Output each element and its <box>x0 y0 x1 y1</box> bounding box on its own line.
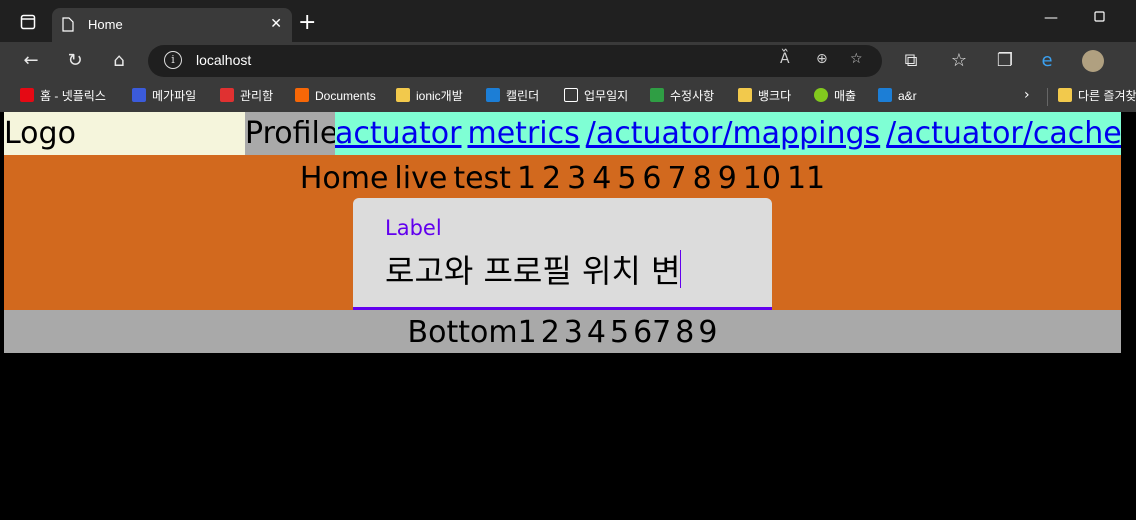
bottom-item[interactable]: 67 <box>633 315 671 350</box>
home-icon[interactable]: ⌂ <box>108 50 130 72</box>
tab-home[interactable]: Home ✕ <box>52 8 292 42</box>
nav-item-1[interactable]: 1 <box>517 161 536 196</box>
profile: Profile <box>245 112 338 155</box>
bookmark-item[interactable]: 홈 - 넷플릭스 <box>20 86 106 106</box>
bottom-item[interactable]: 9 <box>698 315 717 350</box>
browser-toolbar: ← ↻ ⌂ i localhost A᷈ ⊕ ☆ ⧉ ☆ ❐ e <box>0 42 1136 80</box>
nav-item-live[interactable]: live <box>394 161 447 196</box>
nav-menu: Home live test 1 2 3 4 5 6 7 8 9 10 11 <box>4 161 1121 196</box>
middle-section: Home live test 1 2 3 4 5 6 7 8 9 10 11 Label 로고와 프로필 … <box>4 155 1121 310</box>
favorite-star-icon[interactable]: ☆ <box>850 51 863 67</box>
new-tab-icon[interactable]: + <box>298 12 316 34</box>
collections-icon[interactable]: ❐ <box>994 50 1016 72</box>
bookmark-item[interactable]: 업무일지 <box>564 86 628 106</box>
bottom-item[interactable]: Bottom1 <box>408 315 537 350</box>
nav-item-11[interactable]: 11 <box>787 161 825 196</box>
address-bar[interactable]: i localhost A᷈ ⊕ ☆ <box>148 45 882 77</box>
nav-item-5[interactable]: 5 <box>617 161 636 196</box>
bookmark-item[interactable]: ionic개발 <box>396 86 463 106</box>
bottom-bar: Bottom1 2 3 4 5 67 8 9 <box>4 310 1121 353</box>
page-viewport: Logo Profile actuator metrics/actuator/ma… <box>0 112 1136 520</box>
bookmark-item[interactable]: 메가파일 <box>132 86 196 106</box>
browser-tab-bar: Home ✕ + — <box>0 0 1136 48</box>
text-caret <box>680 250 682 288</box>
sheets-icon <box>650 88 664 102</box>
netflix-icon <box>20 88 34 102</box>
input-label: Label <box>385 216 442 240</box>
bookmark-item[interactable]: Documents <box>295 86 376 106</box>
tab-actions-icon[interactable] <box>20 14 40 34</box>
nav-item-test[interactable]: test <box>453 161 511 196</box>
refresh-icon[interactable]: ↻ <box>64 50 86 72</box>
bookmark-item[interactable]: 다른 즐겨찾 <box>1058 86 1136 106</box>
close-tab-icon[interactable]: ✕ <box>270 16 282 32</box>
nav-item-8[interactable]: 8 <box>693 161 712 196</box>
back-icon[interactable]: ← <box>20 50 42 72</box>
folder-icon <box>1058 88 1072 102</box>
nav-item-10[interactable]: 10 <box>743 161 781 196</box>
site-info-icon[interactable]: i <box>164 51 182 69</box>
maximize-icon[interactable] <box>1094 10 1105 26</box>
link-metrics[interactable]: metrics <box>468 116 580 151</box>
link-caches[interactable]: /actuator/caches <box>886 116 1121 151</box>
logo: Logo <box>4 112 245 155</box>
bookmark-item[interactable]: 매출 <box>814 86 856 106</box>
read-aloud-icon[interactable]: A᷈ <box>780 51 790 67</box>
bottom-item[interactable]: 8 <box>675 315 694 350</box>
document-icon <box>564 88 578 102</box>
nav-item-home[interactable]: Home <box>300 161 389 196</box>
documents-icon <box>295 88 309 102</box>
minimize-icon[interactable]: — <box>1044 10 1058 26</box>
edge-icon[interactable]: e <box>1036 50 1058 72</box>
scrollbar[interactable] <box>1121 112 1136 520</box>
bookmarks-bar: 홈 - 넷플릭스 메가파일 관리함 Documents ionic개발 캘린더 … <box>0 80 1136 112</box>
bottom-item[interactable]: 3 <box>564 315 583 350</box>
bookmark-item[interactable]: 뱅크다 <box>738 86 791 106</box>
folder-icon <box>396 88 410 102</box>
avatar[interactable] <box>1082 50 1104 72</box>
input-value[interactable]: 로고와 프로필 위치 변 <box>385 246 682 292</box>
bookmark-item[interactable]: 캘린더 <box>486 86 539 106</box>
bookmark-item[interactable]: 수정사항 <box>650 86 714 106</box>
zoom-icon[interactable]: ⊕ <box>816 51 828 67</box>
drive-icon <box>878 88 892 102</box>
link-actuator[interactable]: actuator <box>335 116 462 151</box>
megafile-icon <box>132 88 146 102</box>
calendar-icon <box>486 88 500 102</box>
bookmark-item[interactable]: a&r <box>878 86 917 106</box>
actuator-links: actuator metrics/actuator/mappings/actuat… <box>335 112 1121 155</box>
bottom-item[interactable]: 4 <box>587 315 606 350</box>
tab-title: Home <box>88 17 123 32</box>
text-input-field[interactable]: Label 로고와 프로필 위치 변 <box>353 198 772 310</box>
favorites-icon[interactable]: ☆ <box>948 50 970 72</box>
leaf-icon <box>814 88 828 102</box>
bookmark-item[interactable]: 관리함 <box>220 86 273 106</box>
bottom-item[interactable]: 5 <box>610 315 629 350</box>
url-text: localhost <box>196 52 252 68</box>
page-header: Logo Profile actuator metrics/actuator/ma… <box>4 112 1121 155</box>
nav-item-6[interactable]: 6 <box>642 161 661 196</box>
chevron-right-icon[interactable]: › <box>1024 87 1030 103</box>
nav-item-3[interactable]: 3 <box>567 161 586 196</box>
divider <box>1047 88 1048 106</box>
nav-item-9[interactable]: 9 <box>718 161 737 196</box>
folder-icon <box>738 88 752 102</box>
link-mappings[interactable]: /actuator/mappings <box>586 116 880 151</box>
nav-item-7[interactable]: 7 <box>668 161 687 196</box>
extensions-icon[interactable]: ⧉ <box>900 50 922 72</box>
page-icon <box>62 17 74 36</box>
nav-item-2[interactable]: 2 <box>542 161 561 196</box>
page-content: Logo Profile actuator metrics/actuator/ma… <box>4 112 1121 520</box>
todoist-icon <box>220 88 234 102</box>
nav-item-4[interactable]: 4 <box>592 161 611 196</box>
bottom-item[interactable]: 2 <box>541 315 560 350</box>
